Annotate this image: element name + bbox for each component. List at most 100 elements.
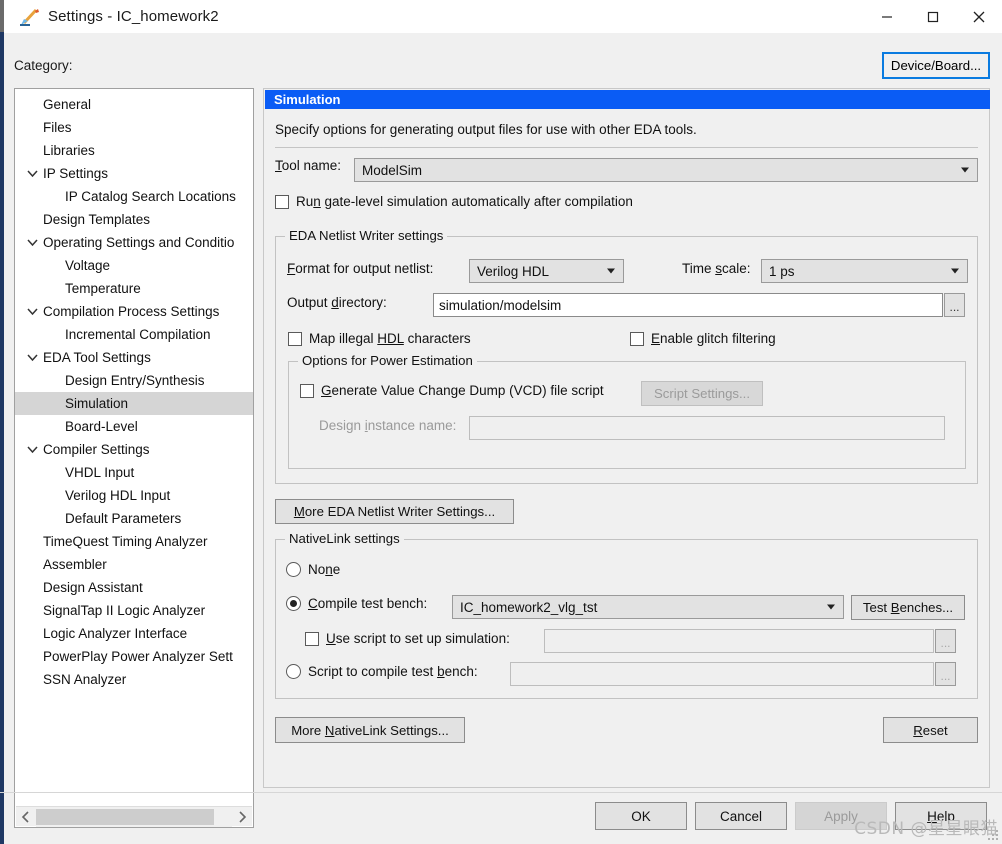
run-gate-level-label: Run gate-level simulation automatically … [296, 194, 633, 209]
tree-item-label: IP Catalog Search Locations [65, 189, 236, 204]
chevron-down-icon[interactable] [25, 346, 39, 369]
chevron-down-icon[interactable] [25, 162, 39, 185]
tree-item-label: VHDL Input [65, 465, 135, 480]
tree-item-eda-tool-settings[interactable]: EDA Tool Settings [15, 346, 253, 369]
tree-item-ip-settings[interactable]: IP Settings [15, 162, 253, 185]
dialog-divider [0, 792, 1002, 793]
vcd-script-checkbox[interactable] [300, 383, 314, 398]
use-script-input[interactable] [544, 629, 934, 653]
tree-item-compilation-process-settings[interactable]: Compilation Process Settings [15, 300, 253, 323]
chevron-down-icon[interactable] [25, 300, 39, 323]
use-script-checkbox[interactable] [305, 631, 319, 646]
device-board-button[interactable]: Device/Board... [882, 52, 990, 79]
nativelink-group-title: NativeLink settings [285, 531, 404, 546]
tree-item-powerplay-power-analyzer-sett[interactable]: PowerPlay Power Analyzer Sett [15, 645, 253, 668]
script-compile-browse-button[interactable]: ... [935, 662, 956, 686]
tree-item-compiler-settings[interactable]: Compiler Settings [15, 438, 253, 461]
tree-item-design-assistant[interactable]: Design Assistant [15, 576, 253, 599]
design-instance-label: Design instance name: [319, 418, 457, 433]
chevron-down-icon[interactable] [25, 438, 39, 461]
compile-test-bench-row[interactable]: Compile test bench: [286, 596, 427, 611]
use-script-row[interactable]: Use script to set up simulation: [305, 631, 510, 646]
chevron-down-icon[interactable] [25, 231, 39, 254]
design-instance-input[interactable] [469, 416, 945, 440]
output-directory-browse-button[interactable]: ... [944, 293, 965, 317]
nativelink-none-radio[interactable] [286, 562, 301, 577]
more-eda-netlist-writer-settings-button[interactable]: More EDA Netlist Writer Settings... [275, 499, 514, 524]
script-settings-button[interactable]: Script Settings... [641, 381, 763, 406]
glitch-filter-label: Enable glitch filtering [651, 331, 776, 346]
resize-grip[interactable] [986, 828, 998, 840]
reset-button[interactable]: Reset [883, 717, 978, 743]
compile-test-bench-radio[interactable] [286, 596, 301, 611]
compile-test-bench-label: Compile test bench: [308, 596, 428, 611]
timescale-label-row: Time scale: [682, 261, 751, 276]
glitch-filter-row[interactable]: Enable glitch filtering [630, 331, 776, 346]
tree-item-assembler[interactable]: Assembler [15, 553, 253, 576]
tree-item-ssn-analyzer[interactable]: SSN Analyzer [15, 668, 253, 691]
test-benches-button[interactable]: Test Benches... [851, 595, 965, 620]
settings-dialog: Settings - IC_homework2 Category: Device… [0, 0, 1002, 844]
close-icon[interactable] [956, 0, 1002, 33]
more-nativelink-settings-button[interactable]: More NativeLink Settings... [275, 717, 465, 743]
tree-item-logic-analyzer-interface[interactable]: Logic Analyzer Interface [15, 622, 253, 645]
tree-item-ip-catalog-search-locations[interactable]: IP Catalog Search Locations [15, 185, 253, 208]
tree-item-voltage[interactable]: Voltage [15, 254, 253, 277]
timescale-label: Time scale: [682, 261, 751, 276]
minimize-icon[interactable] [864, 0, 910, 33]
design-instance-label-row: Design instance name: [319, 418, 456, 433]
dialog-button-bar: OK Cancel Apply Help [0, 792, 1002, 844]
tree-item-label: SSN Analyzer [43, 672, 127, 687]
tree-item-label: Incremental Compilation [65, 327, 211, 342]
script-compile-row[interactable]: Script to compile test bench: [286, 664, 478, 679]
tree-item-label: General [43, 97, 92, 112]
pencil-icon [18, 7, 44, 27]
timescale-combobox[interactable]: 1 ps [761, 259, 968, 283]
format-label: Format for output netlist: [287, 261, 434, 276]
tree-item-design-entry-synthesis[interactable]: Design Entry/Synthesis [15, 369, 253, 392]
nativelink-none-row[interactable]: None [286, 562, 340, 577]
map-illegal-label: Map illegal HDL characters [309, 331, 471, 346]
use-script-browse-button[interactable]: ... [935, 629, 956, 653]
tree-item-timequest-timing-analyzer[interactable]: TimeQuest Timing Analyzer [15, 530, 253, 553]
chevron-down-icon [951, 268, 959, 274]
compile-test-bench-combobox[interactable]: IC_homework2_vlg_tst [452, 595, 844, 619]
tree-item-label: TimeQuest Timing Analyzer [43, 534, 208, 549]
nativelink-none-label: None [308, 562, 341, 577]
ok-button[interactable]: OK [595, 802, 687, 830]
title-bar: Settings - IC_homework2 [4, 0, 1002, 33]
category-label: Category: [14, 58, 73, 73]
format-combobox[interactable]: Verilog HDL [469, 259, 624, 283]
tree-item-temperature[interactable]: Temperature [15, 277, 253, 300]
more-nativelink-label: More NativeLink Settings... [291, 722, 449, 738]
power-estimation-group: Options for Power Estimation Generate Va… [288, 353, 966, 469]
script-compile-radio[interactable] [286, 664, 301, 679]
tree-item-signaltap-ii-logic-analyzer[interactable]: SignalTap II Logic Analyzer [15, 599, 253, 622]
tree-item-board-level[interactable]: Board-Level [15, 415, 253, 438]
glitch-filter-checkbox[interactable] [630, 331, 644, 346]
maximize-icon[interactable] [910, 0, 956, 33]
tree-item-incremental-compilation[interactable]: Incremental Compilation [15, 323, 253, 346]
vcd-script-row[interactable]: Generate Value Change Dump (VCD) file sc… [300, 383, 604, 398]
format-value: Verilog HDL [477, 263, 550, 279]
run-gate-level-row[interactable]: Run gate-level simulation automatically … [275, 194, 633, 209]
run-gate-level-checkbox[interactable] [275, 194, 289, 209]
tree-item-verilog-hdl-input[interactable]: Verilog HDL Input [15, 484, 253, 507]
output-directory-input[interactable]: simulation/modelsim [433, 293, 943, 317]
tree-item-operating-settings-and-conditio[interactable]: Operating Settings and Conditio [15, 231, 253, 254]
tree-item-files[interactable]: Files [15, 116, 253, 139]
map-illegal-checkbox[interactable] [288, 331, 302, 346]
script-compile-input[interactable] [510, 662, 934, 686]
tree-item-default-parameters[interactable]: Default Parameters [15, 507, 253, 530]
tree-item-simulation[interactable]: Simulation [15, 392, 253, 415]
tree-item-label: Compilation Process Settings [43, 304, 220, 319]
tree-item-vhdl-input[interactable]: VHDL Input [15, 461, 253, 484]
map-illegal-row[interactable]: Map illegal HDL characters [288, 331, 471, 346]
tree-item-general[interactable]: General [15, 93, 253, 116]
tree-item-label: Assembler [43, 557, 107, 572]
tree-item-libraries[interactable]: Libraries [15, 139, 253, 162]
chevron-down-icon [961, 167, 969, 173]
cancel-button[interactable]: Cancel [695, 802, 787, 830]
tree-item-design-templates[interactable]: Design Templates [15, 208, 253, 231]
tool-name-combobox[interactable]: ModelSim [354, 158, 978, 182]
